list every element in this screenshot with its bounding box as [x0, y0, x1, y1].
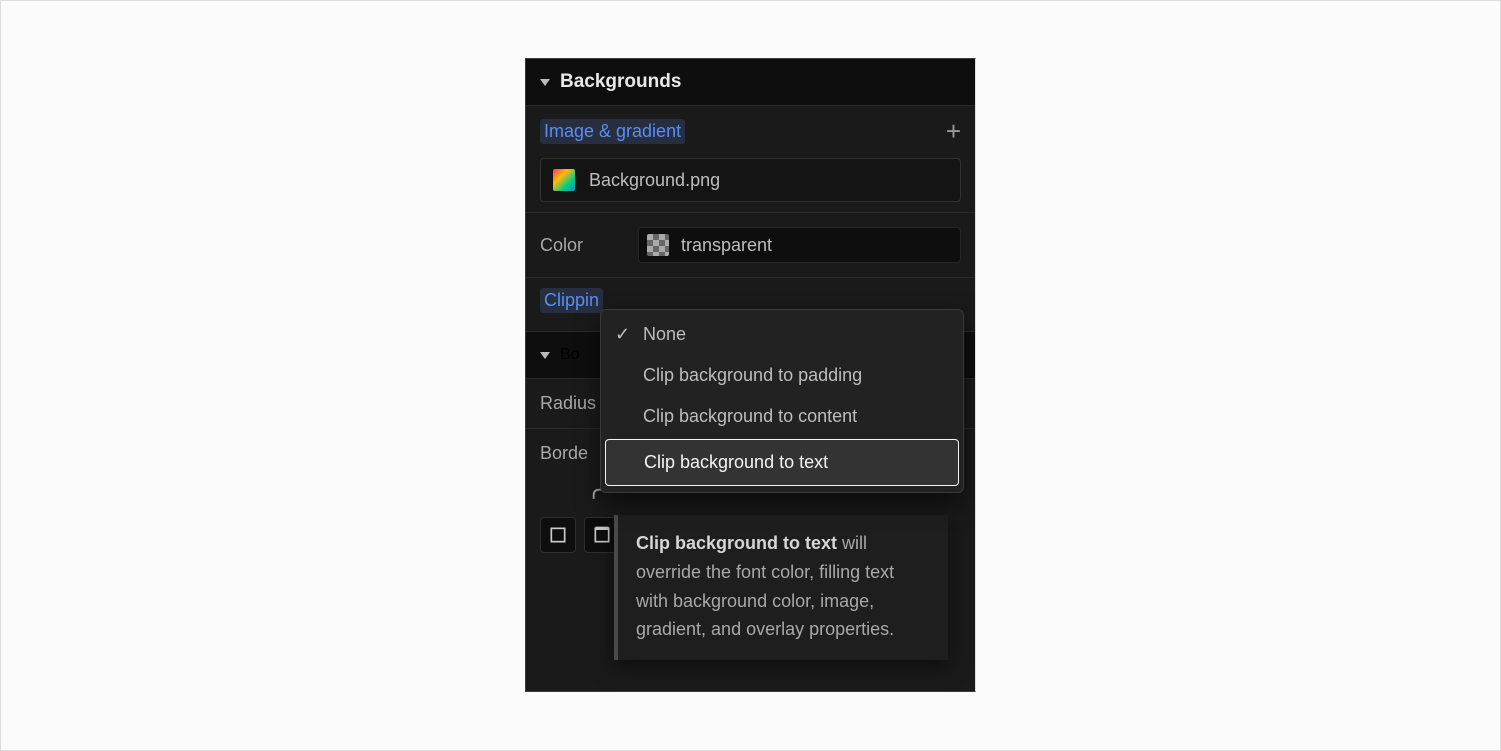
- image-gradient-subsection: Image & gradient + Background.png: [526, 106, 975, 213]
- color-value: transparent: [681, 235, 772, 256]
- background-file-name: Background.png: [589, 170, 720, 191]
- color-label: Color: [540, 235, 612, 256]
- image-gradient-label[interactable]: Image & gradient: [540, 119, 685, 144]
- background-file-row[interactable]: Background.png: [540, 158, 961, 202]
- borders-title: Bo: [560, 346, 580, 364]
- backgrounds-section-header[interactable]: Backgrounds: [526, 59, 975, 106]
- clip-option-tooltip: Clip background to text will override th…: [614, 515, 948, 660]
- clip-option-text[interactable]: Clip background to text: [605, 439, 959, 486]
- clip-option-padding[interactable]: Clip background to padding: [601, 355, 963, 396]
- clipping-dropdown: None Clip background to padding Clip bac…: [600, 309, 964, 493]
- tooltip-bold: Clip background to text: [636, 533, 837, 553]
- option-label: None: [643, 324, 686, 345]
- clip-option-none[interactable]: None: [601, 314, 963, 355]
- background-color-row: Color transparent: [526, 213, 975, 278]
- clip-option-content[interactable]: Clip background to content: [601, 396, 963, 437]
- border-all-sides-button[interactable]: [540, 517, 576, 553]
- caret-down-icon: [540, 352, 550, 359]
- caret-down-icon: [540, 79, 550, 86]
- add-image-gradient-button[interactable]: +: [946, 118, 961, 144]
- background-color-field[interactable]: transparent: [638, 227, 961, 263]
- option-label: Clip background to text: [644, 452, 828, 473]
- style-panel: Backgrounds Image & gradient + Backgroun…: [525, 58, 976, 692]
- transparency-checker-icon: [647, 234, 669, 256]
- clipping-label[interactable]: Clippin: [540, 288, 603, 313]
- backgrounds-title: Backgrounds: [560, 71, 681, 93]
- option-label: Clip background to padding: [643, 365, 862, 386]
- option-label: Clip background to content: [643, 406, 857, 427]
- background-thumbnail-icon: [553, 169, 575, 191]
